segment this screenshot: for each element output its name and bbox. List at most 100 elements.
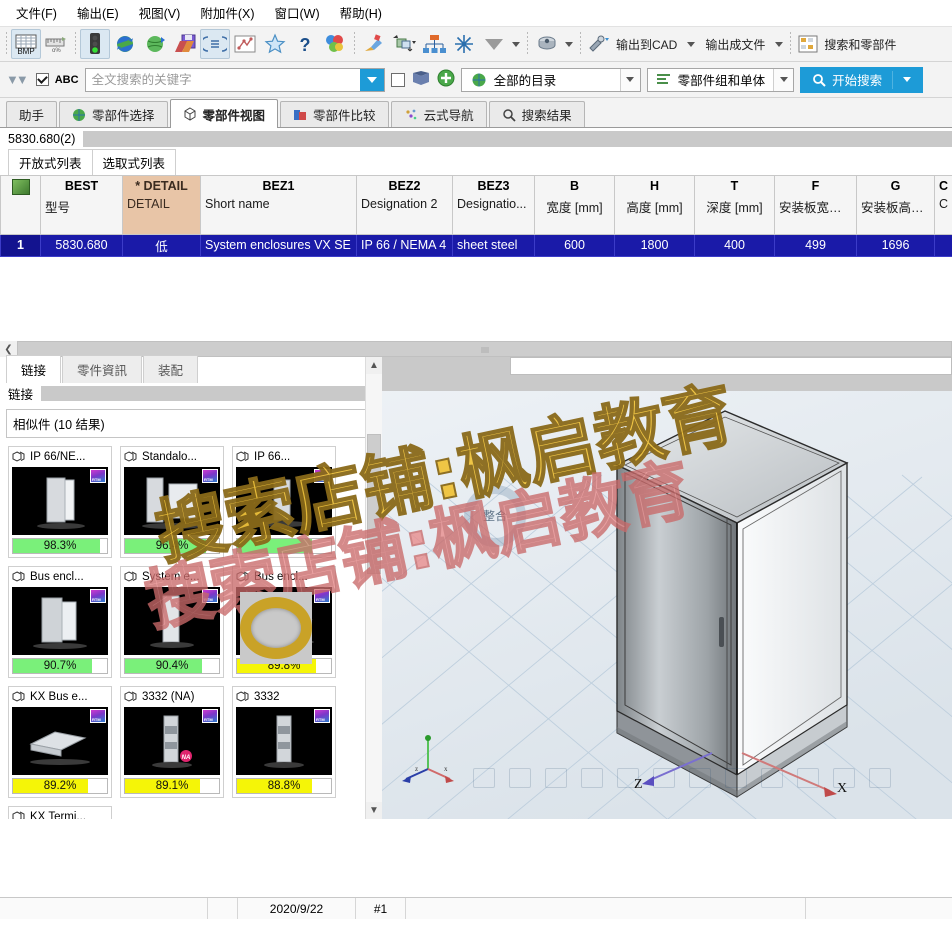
table-row[interactable]: 1 5830.680 低 System enclosures VX SE IP …: [0, 233, 952, 257]
viewport-toolbar[interactable]: [432, 761, 932, 795]
tab-part-compare[interactable]: 零部件比较: [280, 101, 389, 127]
menu-export[interactable]: 输出(E): [67, 0, 129, 25]
list-item[interactable]: 3332 8: [232, 685, 336, 798]
subtab-selected-list[interactable]: 选取式列表: [91, 149, 177, 175]
export-to-cad-button[interactable]: 输出到CAD: [585, 29, 684, 59]
menu-addons[interactable]: 附加件(X): [190, 0, 264, 25]
3d-viewport[interactable]: 整合 z x Z X: [382, 356, 952, 819]
tab-cloud-nav[interactable]: 云式导航: [390, 101, 487, 127]
column-header-c[interactable]: C CH: [934, 176, 952, 235]
similar-parts-scrollbar[interactable]: ▲ ▼: [365, 356, 382, 819]
viewport-panel[interactable]: 整合 z x Z X: [382, 356, 952, 819]
transfer-icon[interactable]: [389, 29, 419, 59]
column-header-bez2[interactable]: BEZ2 Designation 2: [356, 176, 453, 235]
list-item[interactable]: Standalo... 96.4%: [120, 445, 224, 558]
scope-select[interactable]: 零部件组和单体: [646, 67, 795, 92]
column-header-b[interactable]: B 宽度 [mm]: [534, 176, 615, 235]
save-as-icon[interactable]: [170, 29, 200, 59]
export-to-cad-dropdown[interactable]: [684, 30, 698, 58]
viewport-tool-icon[interactable]: [689, 767, 711, 788]
viewport-rotate-icon[interactable]: [653, 767, 675, 788]
column-header-h[interactable]: H 高度 [mm]: [614, 176, 695, 235]
column-header-g[interactable]: G 安装板高度 ...: [856, 176, 935, 235]
scroll-down-icon[interactable]: ▼: [366, 802, 382, 819]
add-icon[interactable]: [437, 69, 455, 90]
snowflake-icon[interactable]: [449, 29, 479, 59]
menu-view[interactable]: 视图(V): [129, 0, 191, 25]
colors-icon[interactable]: [320, 29, 350, 59]
viewport-tool-icon[interactable]: [473, 767, 495, 788]
list-item[interactable]: System e... 90.4%: [120, 565, 224, 678]
catalog-select[interactable]: 全部的目录: [460, 67, 641, 92]
help-icon[interactable]: ?: [290, 29, 320, 59]
vscroll-thumb[interactable]: [367, 433, 381, 574]
viewport-tool-icon[interactable]: [509, 767, 531, 788]
column-header-detail[interactable]: * DETAIL DETAIL: [122, 176, 201, 235]
search-input[interactable]: [85, 68, 360, 91]
list-properties-icon[interactable]: [200, 29, 230, 59]
globe-refresh-icon[interactable]: [110, 29, 140, 59]
column-header-f[interactable]: F 安装板宽度 ...: [774, 176, 857, 235]
left-panel-section-title: 链接: [8, 388, 34, 402]
cabinet-3d-model[interactable]: [607, 405, 857, 819]
menu-window[interactable]: 窗口(W): [264, 0, 329, 25]
start-search-button[interactable]: 开始搜索: [800, 66, 924, 93]
list-item[interactable]: KX Termi...: [8, 805, 112, 819]
export-to-file-dropdown[interactable]: [772, 30, 786, 58]
exact-match-checkbox[interactable]: [390, 72, 405, 87]
traffic-light-icon[interactable]: [80, 29, 110, 59]
menu-help[interactable]: 帮助(H): [330, 0, 392, 25]
keyword-history-dropdown[interactable]: [359, 68, 384, 91]
viewport-zoom-icon[interactable]: [581, 767, 603, 788]
search-and-parts-button[interactable]: 搜索和零部件: [795, 29, 903, 59]
viewport-tool-icon[interactable]: [545, 767, 567, 788]
roller-dropdown-arrow[interactable]: [562, 30, 576, 58]
list-item[interactable]: KX Bus e... 89.2%: [8, 685, 112, 798]
dictionary-icon[interactable]: [411, 69, 431, 90]
scope-select-arrow[interactable]: [773, 68, 794, 91]
list-item[interactable]: IP 66/NE... 98.3%: [8, 445, 112, 558]
viewport-tool-icon[interactable]: [797, 767, 819, 788]
list-item[interactable]: Bus encl... 90.7%: [8, 565, 112, 678]
column-header-bez1[interactable]: BEZ1 Short name: [200, 176, 357, 235]
subtab-open-list[interactable]: 开放式列表: [8, 149, 93, 175]
star-network-icon[interactable]: [230, 29, 260, 59]
scroll-up-icon[interactable]: ▲: [366, 357, 382, 374]
measure-icon[interactable]: o%: [41, 29, 71, 59]
tab-part-view[interactable]: 零部件视图: [169, 99, 279, 128]
start-search-dropdown[interactable]: [903, 77, 912, 82]
lptab-part-info[interactable]: 零件資訊: [62, 354, 143, 383]
column-header-t[interactable]: T 深度 [mm]: [694, 176, 775, 235]
svg-text:NA: NA: [182, 755, 191, 761]
expand-chevrons-icon[interactable]: ▼▼: [6, 72, 30, 87]
column-header-icon[interactable]: [0, 176, 41, 235]
pin-icon[interactable]: [359, 29, 389, 59]
viewport-tool-icon[interactable]: [761, 767, 783, 788]
export-to-file-button[interactable]: 输出成文件: [698, 29, 772, 59]
list-item[interactable]: 3332 (NA) NA RTM 89.1%: [120, 685, 224, 798]
integrate-widget[interactable]: 整合: [464, 484, 526, 547]
lptab-links[interactable]: 链接: [6, 354, 62, 383]
viewport-tool-icon[interactable]: [725, 767, 747, 788]
abc-checkbox[interactable]: [35, 73, 49, 86]
viewport-tool-icon[interactable]: [869, 767, 891, 788]
lptab-assembly[interactable]: 装配: [143, 354, 199, 383]
tab-assistant[interactable]: 助手: [6, 101, 58, 127]
menu-file[interactable]: 文件(F): [6, 0, 67, 25]
roller-icon[interactable]: [532, 29, 562, 59]
list-item[interactable]: IP 66...: [232, 445, 336, 558]
globe-green-icon[interactable]: [140, 29, 170, 59]
bmp-export-icon[interactable]: BMP: [11, 29, 41, 59]
column-header-best[interactable]: BEST 型号: [40, 176, 123, 235]
grid-settings-icon[interactable]: [11, 179, 30, 195]
filter-dropdown-icon[interactable]: [479, 29, 509, 59]
hierarchy-icon[interactable]: [419, 29, 449, 59]
filter-dropdown-arrow[interactable]: [509, 30, 523, 58]
catalog-select-arrow[interactable]: [619, 68, 640, 91]
column-header-bez3[interactable]: BEZ3 Designatio...: [452, 176, 535, 235]
favorite-star-icon[interactable]: [260, 29, 290, 59]
tab-part-selection[interactable]: 零部件选择: [59, 101, 168, 127]
vscroll-track[interactable]: [366, 373, 382, 802]
svg-text:BMP: BMP: [17, 47, 34, 55]
tab-search-results[interactable]: 搜索结果: [488, 101, 585, 127]
